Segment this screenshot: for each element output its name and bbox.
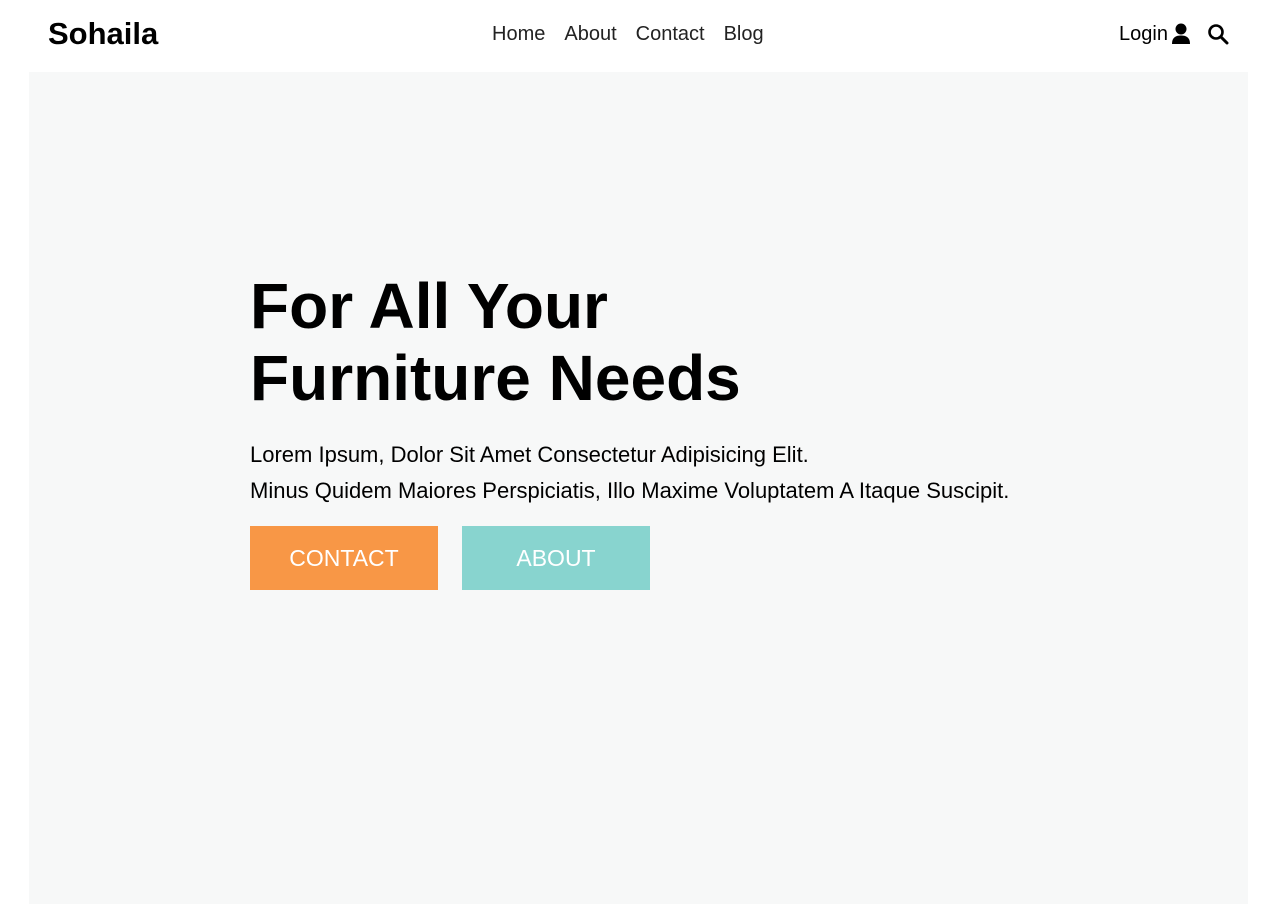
search-icon[interactable] bbox=[1207, 23, 1229, 45]
brand-logo[interactable]: Sohaila bbox=[48, 14, 158, 54]
hero-description: Lorem Ipsum, Dolor Sit Amet Consectetur … bbox=[250, 437, 1150, 509]
nav-item-about[interactable]: About bbox=[564, 21, 616, 47]
header-tools: Login bbox=[1119, 20, 1229, 48]
hero-headline-line-1: For All Your bbox=[250, 270, 608, 342]
nav-item-home[interactable]: Home bbox=[492, 21, 545, 47]
main-nav: Home About Contact Blog bbox=[492, 21, 764, 47]
site-header: Sohaila Home About Contact Blog Login bbox=[0, 0, 1276, 72]
hero-buttons: CONTACT ABOUT bbox=[250, 526, 1150, 590]
nav-item-contact[interactable]: Contact bbox=[636, 21, 705, 47]
hero-headline-line-2: Furniture Needs bbox=[250, 342, 741, 414]
nav-item-blog[interactable]: Blog bbox=[724, 21, 764, 47]
hero-content: For All Your Furniture Needs Lorem Ipsum… bbox=[250, 270, 1150, 590]
contact-button[interactable]: CONTACT bbox=[250, 526, 438, 590]
login-link[interactable]: Login bbox=[1119, 20, 1191, 48]
hero-description-line-2: Minus Quidem Maiores Perspiciatis, Illo … bbox=[250, 478, 1010, 503]
hero-description-line-1: Lorem Ipsum, Dolor Sit Amet Consectetur … bbox=[250, 442, 809, 467]
hero-headline: For All Your Furniture Needs bbox=[250, 270, 810, 414]
login-label: Login bbox=[1119, 23, 1168, 45]
hero-section: For All Your Furniture Needs Lorem Ipsum… bbox=[29, 72, 1248, 904]
about-button[interactable]: ABOUT bbox=[462, 526, 650, 590]
user-icon bbox=[1171, 23, 1191, 45]
